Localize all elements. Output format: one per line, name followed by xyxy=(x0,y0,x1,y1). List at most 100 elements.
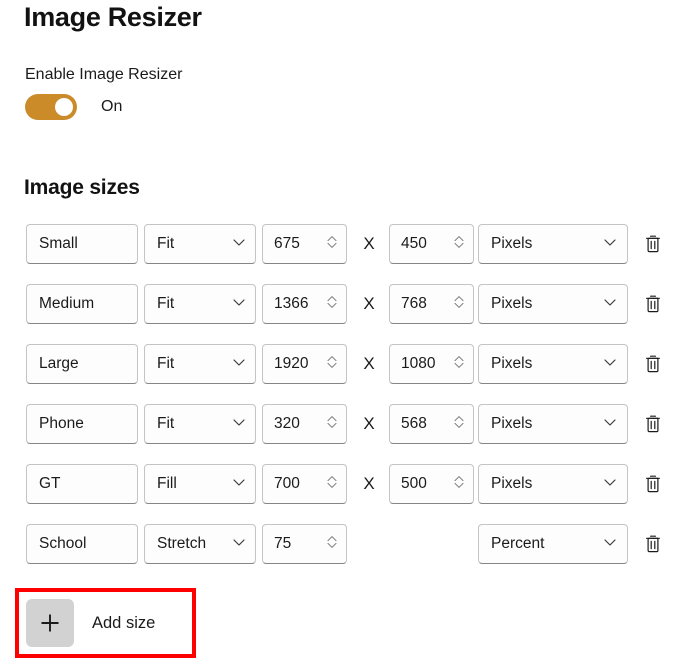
enable-image-resizer-toggle[interactable] xyxy=(25,94,77,120)
size-fit-select[interactable]: Fill xyxy=(144,464,256,504)
size-unit-value: Percent xyxy=(491,535,545,552)
delete-size-button[interactable] xyxy=(638,290,668,320)
spinner-updown-icon[interactable] xyxy=(452,233,466,256)
page-title: Image Resizer xyxy=(24,2,202,32)
trash-icon xyxy=(644,294,662,317)
size-width-input[interactable]: 1366 xyxy=(262,284,347,324)
dimension-separator: X xyxy=(363,234,375,253)
trash-icon xyxy=(644,354,662,377)
size-height-value: 500 xyxy=(401,475,427,492)
toggle-state-label: On xyxy=(101,98,123,115)
image-size-row: Small Fit 675 X 450 Pixels xyxy=(0,224,693,284)
image-sizes-heading: Image sizes xyxy=(24,176,140,199)
delete-size-button[interactable] xyxy=(638,410,668,440)
size-fit-select[interactable]: Fit xyxy=(144,284,256,324)
size-width-input[interactable]: 1920 xyxy=(262,344,347,384)
spinner-updown-icon[interactable] xyxy=(452,293,466,316)
size-name-value: Small xyxy=(39,235,78,252)
size-name-value: GT xyxy=(39,475,61,492)
spinner-updown-icon[interactable] xyxy=(325,413,339,436)
size-fit-value: Stretch xyxy=(157,535,207,552)
dimension-separator: X xyxy=(363,294,375,313)
size-name-value: Large xyxy=(39,355,79,372)
spinner-updown-icon[interactable] xyxy=(325,293,339,316)
size-unit-select[interactable]: Pixels xyxy=(478,344,628,384)
size-width-input[interactable]: 75 xyxy=(262,524,347,564)
size-unit-value: Pixels xyxy=(491,235,533,252)
chevron-down-icon xyxy=(231,474,247,495)
chevron-down-icon xyxy=(602,414,618,435)
size-height-value: 1080 xyxy=(401,355,436,372)
size-fit-value: Fit xyxy=(157,355,175,372)
size-width-input[interactable]: 320 xyxy=(262,404,347,444)
enable-image-resizer-toggle-row: On xyxy=(25,94,122,120)
spinner-updown-icon[interactable] xyxy=(325,473,339,496)
size-unit-value: Pixels xyxy=(491,355,533,372)
dimension-separator: X xyxy=(363,414,375,433)
size-name-input[interactable]: Large xyxy=(26,344,138,384)
add-size-button[interactable]: Add size xyxy=(26,596,155,650)
size-fit-value: Fit xyxy=(157,295,175,312)
size-unit-select[interactable]: Percent xyxy=(478,524,628,564)
spinner-updown-icon[interactable] xyxy=(325,233,339,256)
size-unit-value: Pixels xyxy=(491,295,533,312)
add-size-label: Add size xyxy=(92,613,156,632)
size-fit-value: Fit xyxy=(157,235,175,252)
chevron-down-icon xyxy=(602,234,618,255)
plus-icon xyxy=(26,599,74,647)
chevron-down-icon xyxy=(231,534,247,555)
spinner-updown-icon[interactable] xyxy=(452,413,466,436)
size-height-value: 768 xyxy=(401,295,427,312)
size-fit-value: Fill xyxy=(157,475,177,492)
size-name-input[interactable]: Medium xyxy=(26,284,138,324)
size-name-value: School xyxy=(39,535,87,552)
spinner-updown-icon[interactable] xyxy=(452,473,466,496)
size-name-input[interactable]: GT xyxy=(26,464,138,504)
chevron-down-icon xyxy=(602,474,618,495)
size-height-input[interactable]: 1080 xyxy=(389,344,474,384)
size-width-input[interactable]: 675 xyxy=(262,224,347,264)
size-width-value: 75 xyxy=(274,535,292,552)
image-size-row: GT Fill 700 X 500 Pixels xyxy=(0,464,693,524)
size-fit-select[interactable]: Fit xyxy=(144,404,256,444)
size-fit-value: Fit xyxy=(157,415,175,432)
size-height-input[interactable]: 450 xyxy=(389,224,474,264)
delete-size-button[interactable] xyxy=(638,470,668,500)
trash-icon xyxy=(644,534,662,557)
size-height-input[interactable]: 768 xyxy=(389,284,474,324)
size-name-input[interactable]: Small xyxy=(26,224,138,264)
dimension-separator: X xyxy=(363,474,375,493)
trash-icon xyxy=(644,234,662,257)
size-unit-select[interactable]: Pixels xyxy=(478,464,628,504)
size-width-value: 675 xyxy=(274,235,300,252)
chevron-down-icon xyxy=(602,354,618,375)
size-fit-select[interactable]: Fit xyxy=(144,344,256,384)
image-size-row: Medium Fit 1366 X 768 Pixels xyxy=(0,284,693,344)
size-height-input[interactable]: 500 xyxy=(389,464,474,504)
chevron-down-icon xyxy=(231,294,247,315)
image-size-row: School Stretch 75 Percent xyxy=(0,524,693,584)
size-name-input[interactable]: Phone xyxy=(26,404,138,444)
spinner-updown-icon[interactable] xyxy=(325,353,339,376)
dimension-separator: X xyxy=(363,354,375,373)
image-size-row: Phone Fit 320 X 568 Pixels xyxy=(0,404,693,464)
size-height-input[interactable]: 568 xyxy=(389,404,474,444)
size-unit-select[interactable]: Pixels xyxy=(478,284,628,324)
size-unit-value: Pixels xyxy=(491,475,533,492)
spinner-updown-icon[interactable] xyxy=(325,533,339,556)
size-name-input[interactable]: School xyxy=(26,524,138,564)
size-width-value: 1920 xyxy=(274,355,309,372)
size-name-value: Medium xyxy=(39,295,95,312)
size-width-input[interactable]: 700 xyxy=(262,464,347,504)
delete-size-button[interactable] xyxy=(638,530,668,560)
delete-size-button[interactable] xyxy=(638,230,668,260)
size-height-value: 450 xyxy=(401,235,427,252)
delete-size-button[interactable] xyxy=(638,350,668,380)
size-width-value: 1366 xyxy=(274,295,309,312)
size-unit-select[interactable]: Pixels xyxy=(478,404,628,444)
size-fit-select[interactable]: Stretch xyxy=(144,524,256,564)
size-fit-select[interactable]: Fit xyxy=(144,224,256,264)
chevron-down-icon xyxy=(231,354,247,375)
size-unit-select[interactable]: Pixels xyxy=(478,224,628,264)
spinner-updown-icon[interactable] xyxy=(452,353,466,376)
